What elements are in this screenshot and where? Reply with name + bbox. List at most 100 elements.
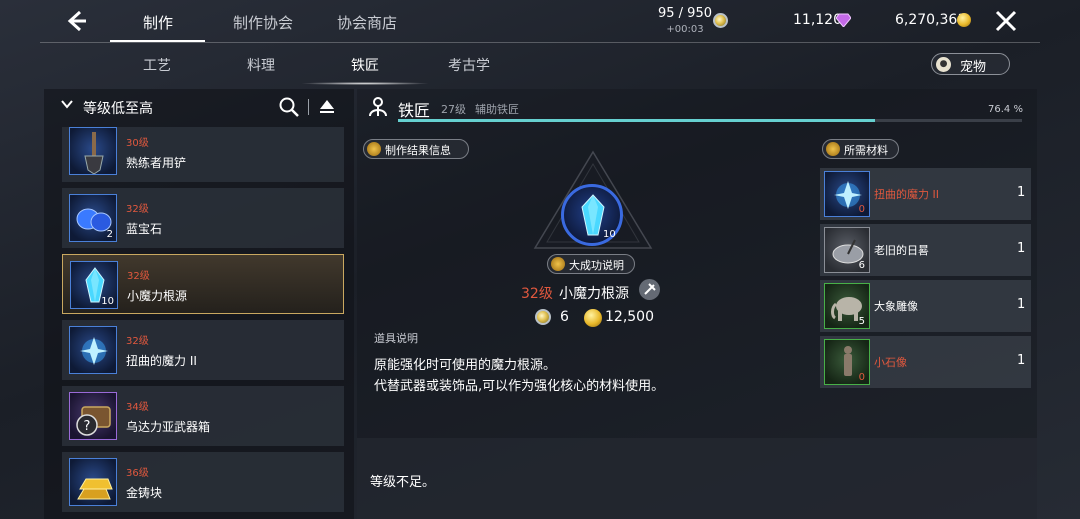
recipe-item[interactable]: 2 32级 蓝宝石	[62, 188, 344, 248]
gold-coin-icon	[957, 13, 971, 27]
subtab-cooking[interactable]: 料理	[247, 55, 275, 75]
craft-result-info-label: 制作结果信息	[385, 144, 451, 157]
silver-coin-icon	[713, 13, 728, 28]
material-row[interactable]: 0 扭曲的魔力 II 1	[820, 168, 1031, 220]
weapon-chest-icon: ?	[76, 406, 111, 436]
required-materials-text: 所需材料	[844, 144, 888, 157]
tab-crafting[interactable]: 制作	[143, 12, 173, 33]
recipe-name: 小魔力根源	[127, 289, 188, 303]
materials-icon	[826, 142, 840, 156]
back-arrow-icon	[67, 10, 86, 32]
recipe-name: 金铸块	[126, 486, 163, 500]
skill-name: 铁匠	[398, 101, 431, 120]
gem-amount: 11,120	[793, 12, 842, 28]
material-owned-count: 6	[858, 260, 865, 271]
skill-title: 辅助铁匠	[475, 103, 519, 116]
material-name: 老旧的日晷	[874, 244, 929, 257]
gold-coin-icon	[584, 309, 602, 327]
recipe-item[interactable]: 36级 金铸块	[62, 452, 344, 512]
trend-icon	[551, 257, 565, 271]
search-icon[interactable]	[278, 96, 300, 118]
material-name: 扭曲的魔力 II	[874, 188, 939, 201]
item-description-line: 代替武器或装饰品,可以作为强化核心的材料使用。	[374, 379, 665, 394]
sort-divider	[308, 99, 309, 115]
material-row[interactable]: 6 老旧的日晷 1	[820, 224, 1031, 276]
sort-header: 等级低至高	[44, 89, 354, 123]
required-materials-label: 所需材料	[822, 139, 899, 159]
recipe-item-selected[interactable]: 10 32级 小魔力根源	[62, 254, 344, 314]
recipe-item-icon	[69, 127, 117, 175]
recipe-list-panel: 等级低至高 30级 熟练者用铲 2 32级 蓝宝石 10 32级 小魔力根源 3…	[44, 89, 354, 519]
sort-ascending-icon[interactable]	[319, 98, 335, 114]
stamina-timer: +00:03	[666, 24, 704, 35]
stamina-value: 95 / 950	[658, 6, 712, 21]
pin-icon-glyph	[644, 283, 656, 295]
recipe-name: 熟练者用铲	[126, 156, 187, 170]
stamina-counter: 95 / 950 +00:03	[655, 6, 715, 35]
notice-text: 等级不足。	[370, 475, 436, 490]
material-icon: 0	[824, 171, 870, 217]
great-success-info-button[interactable]: 大成功说明	[547, 254, 635, 274]
blacksmith-icon	[369, 97, 387, 117]
recipe-count: 2	[106, 229, 113, 240]
recipe-level: 36级	[126, 468, 149, 479]
recipe-level: 32级	[127, 271, 150, 282]
recipe-level: 32级	[126, 336, 149, 347]
item-description-label: 道具说明	[374, 332, 418, 345]
item-description-line: 原能强化时可使用的魔力根源。	[374, 358, 557, 373]
cost-gold: 12,500	[605, 309, 654, 325]
back-button[interactable]	[62, 8, 88, 34]
distorted-mana-icon	[80, 337, 108, 365]
result-name: 小魔力根源	[559, 286, 629, 302]
chevron-down-icon[interactable]	[61, 98, 73, 110]
tab-guild-shop[interactable]: 协会商店	[337, 12, 397, 33]
recipe-item-icon: 2	[69, 194, 117, 242]
recipe-item-icon	[69, 458, 117, 506]
material-row[interactable]: 5 大象雕像 1	[820, 280, 1031, 332]
result-count: 10	[603, 229, 616, 240]
top-bar: 制作 制作协会 协会商店 95 / 950 +00:03 11,120 6,27…	[0, 0, 1080, 44]
sort-dropdown[interactable]: 等级低至高	[83, 98, 153, 118]
pet-button-label: 宠物	[960, 60, 987, 75]
recipe-item[interactable]: 30级 熟练者用铲	[62, 127, 344, 182]
subtab-craft[interactable]: 工艺	[143, 55, 171, 75]
topbar-divider	[40, 42, 1040, 43]
material-owned-count: 0	[858, 204, 865, 215]
material-required-count: 1	[1017, 241, 1026, 256]
shovel-icon	[84, 132, 104, 174]
subtab-archaeology[interactable]: 考古学	[448, 55, 490, 75]
material-icon: 6	[824, 227, 870, 273]
recipe-item-icon	[69, 326, 117, 374]
subtab-blacksmith[interactable]: 铁匠	[351, 55, 379, 75]
recipe-item[interactable]: ? 34级 乌达力亚武器箱	[62, 386, 344, 446]
material-icon: 5	[824, 283, 870, 329]
cost-silver: 6	[560, 309, 569, 325]
material-name: 小石像	[874, 356, 907, 369]
pin-icon[interactable]	[639, 279, 660, 300]
hammer-icon	[367, 142, 381, 156]
recipe-name: 扭曲的魔力 II	[126, 354, 197, 368]
recipe-item[interactable]: 32级 扭曲的魔力 II	[62, 320, 344, 380]
great-success-label: 大成功说明	[569, 259, 624, 272]
material-row[interactable]: 0 小石像 1	[820, 336, 1031, 388]
svg-text:?: ?	[84, 419, 91, 434]
active-subtab-glow	[300, 82, 430, 85]
tab-crafting-guild[interactable]: 制作协会	[233, 12, 293, 33]
skill-progress-percent: 76.4 %	[988, 104, 1023, 115]
paw-icon: ●	[936, 57, 951, 72]
recipe-level: 30级	[126, 138, 149, 149]
close-button[interactable]	[994, 9, 1018, 33]
recipe-item-icon: ?	[69, 392, 117, 440]
purple-gem-icon	[836, 13, 851, 27]
material-owned-count: 5	[858, 316, 865, 327]
material-name: 大象雕像	[874, 300, 918, 313]
result-level: 32级	[521, 286, 553, 302]
pet-button[interactable]: ● 宠物	[931, 53, 1010, 75]
skill-progress-fill	[398, 119, 875, 122]
recipe-level: 32级	[126, 204, 149, 215]
skill-progress-bar	[398, 119, 1022, 122]
recipe-item-icon: 10	[70, 261, 118, 309]
material-required-count: 1	[1017, 297, 1026, 312]
recipe-count: 10	[101, 296, 114, 307]
craft-result-info-button[interactable]: 制作结果信息	[363, 139, 469, 159]
